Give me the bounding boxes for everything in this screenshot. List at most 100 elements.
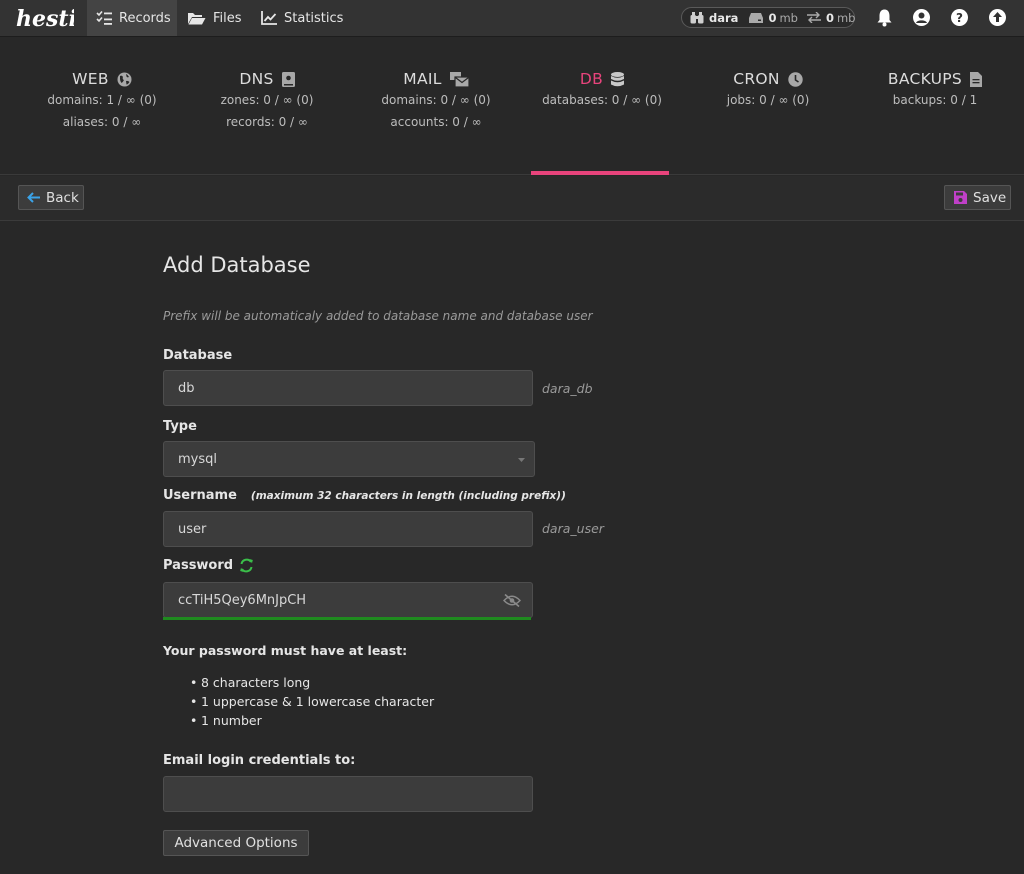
stat-cron-head: CRON	[685, 69, 851, 89]
advanced-options-button[interactable]: Advanced Options	[163, 830, 309, 856]
stat-dns-title: DNS	[239, 70, 274, 88]
hestia-logo[interactable]: hestia	[16, 3, 74, 33]
stat-web[interactable]: WEB domains: 1 / ∞ (0) aliases: 0 / ∞	[19, 37, 185, 175]
database-label: Database	[163, 348, 233, 363]
exchange-icon	[806, 12, 821, 23]
nav-records[interactable]: Records	[87, 0, 177, 36]
stat-db-head: DB	[519, 69, 685, 89]
disk-unit: mb	[779, 10, 798, 25]
stat-dns[interactable]: DNS zones: 0 / ∞ (0) records: 0 / ∞	[184, 37, 350, 175]
disk-value: 0	[768, 10, 777, 25]
user-summary[interactable]: dara 0 mb 0 mb	[681, 7, 856, 28]
stat-web-domains: domains: 1 / ∞ (0)	[47, 93, 157, 107]
back-button[interactable]: Back	[18, 185, 84, 210]
arrow-up-circle-icon[interactable]	[988, 8, 1007, 27]
stat-web-aliases: aliases: 0 / ∞	[62, 115, 142, 129]
email-input[interactable]	[163, 776, 533, 812]
bandwidth-value: 0	[825, 10, 834, 25]
advanced-options-label: Advanced Options	[174, 835, 298, 851]
save-button[interactable]: Save	[944, 185, 1011, 210]
type-label: Type	[163, 419, 197, 434]
username-note: (maximum 32 characters in length (includ…	[250, 489, 566, 502]
arrow-left-icon	[27, 192, 40, 203]
database-value: db	[178, 380, 195, 396]
username-label: Username	[163, 488, 237, 503]
stat-dns-zones: zones: 0 / ∞ (0)	[220, 93, 314, 107]
stat-db[interactable]: DB databases: 0 / ∞ (0)	[519, 37, 685, 175]
stat-db-databases: databases: 0 / ∞ (0)	[542, 93, 662, 107]
page-title: Add Database	[163, 253, 311, 277]
stat-web-head: WEB	[19, 69, 185, 89]
type-value: mysql	[178, 451, 217, 467]
floppy-disk-icon	[954, 191, 967, 204]
toolbar: Back Save	[0, 176, 1024, 221]
nav-records-label: Records	[119, 10, 171, 26]
stat-mail[interactable]: MAIL domains: 0 / ∞ (0) accounts: 0 / ∞	[353, 37, 519, 175]
user-name: dara	[709, 10, 739, 25]
stat-dns-head: DNS	[184, 69, 350, 89]
nav-files-label: Files	[213, 10, 242, 26]
prefix-hint: Prefix will be automaticaly added to dat…	[163, 309, 593, 323]
database-icon	[611, 71, 625, 86]
username-prefixed-name: dara_user	[542, 521, 604, 536]
bandwidth-unit: mb	[836, 10, 856, 25]
username-value: user	[178, 521, 207, 537]
stat-db-title: DB	[579, 70, 604, 88]
top-navbar: hestia Records Files Statistics	[0, 0, 1024, 37]
nav-statistics[interactable]: Statistics	[261, 0, 343, 36]
hard-drive-icon	[749, 12, 764, 23]
stat-mail-domains: domains: 0 / ∞ (0)	[381, 93, 491, 107]
nav-statistics-label: Statistics	[284, 10, 344, 26]
stat-mail-accounts: accounts: 0 / ∞	[390, 115, 482, 129]
refresh-icon[interactable]	[239, 558, 254, 573]
stat-backups-count: backups: 0 / 1	[892, 93, 978, 107]
password-requirements-title: Your password must have at least:	[163, 643, 408, 658]
mail-bulk-icon	[449, 71, 469, 87]
help-icon[interactable]: ?	[950, 8, 969, 27]
binoculars-icon	[690, 11, 704, 23]
stat-backups-head: BACKUPS	[852, 69, 1018, 89]
list-item: 1 number	[190, 711, 434, 730]
username-input[interactable]: user	[163, 511, 533, 547]
list-item: 1 uppercase & 1 lowercase character	[190, 692, 434, 711]
database-input[interactable]: db	[163, 370, 533, 406]
password-strength-bar	[163, 617, 531, 620]
folder-open-icon	[188, 13, 206, 25]
user-group: dara	[690, 11, 738, 25]
stat-backups[interactable]: BACKUPS backups: 0 / 1	[852, 37, 1018, 175]
back-label: Back	[46, 189, 79, 206]
bandwidth-usage: 0 mb	[806, 10, 856, 25]
stat-dns-records: records: 0 / ∞	[226, 115, 308, 129]
password-input[interactable]: ccTiH5Qey6MnJpCH	[163, 582, 533, 618]
chart-line-icon	[261, 11, 277, 25]
stat-backups-title: BACKUPS	[887, 70, 963, 88]
username-label-row: Username (maximum 32 characters in lengt…	[163, 488, 566, 503]
password-value: ccTiH5Qey6MnJpCH	[178, 592, 307, 608]
password-label: Password	[163, 558, 234, 573]
list-check-icon	[96, 11, 112, 25]
file-icon	[970, 71, 983, 87]
globe-icon	[117, 72, 132, 86]
password-requirements-list: 8 characters long 1 uppercase & 1 lowerc…	[190, 673, 434, 730]
logo-text: hestia	[16, 6, 74, 32]
caret-down-icon	[518, 458, 525, 462]
eye-slash-icon[interactable]	[503, 594, 521, 607]
clock-icon	[788, 71, 803, 87]
stat-web-title: WEB	[72, 70, 109, 88]
nav-files[interactable]: Files	[187, 0, 242, 36]
svg-text:?: ?	[956, 11, 963, 25]
type-select[interactable]: mysql	[163, 441, 535, 477]
stat-cron[interactable]: CRON jobs: 0 / ∞ (0)	[685, 37, 851, 175]
active-tab-underline	[531, 171, 669, 175]
user-circle-icon[interactable]	[912, 8, 931, 27]
email-label: Email login credentials to:	[163, 753, 356, 768]
disk-usage: 0 mb	[749, 11, 798, 25]
stat-cron-title: CRON	[733, 70, 780, 88]
stat-cron-jobs: jobs: 0 / ∞ (0)	[726, 93, 810, 107]
stat-mail-head: MAIL	[353, 69, 519, 89]
stat-mail-title: MAIL	[403, 70, 442, 88]
book-icon	[281, 71, 295, 87]
stats-panel: WEB domains: 1 / ∞ (0) aliases: 0 / ∞ DN…	[0, 37, 1024, 175]
bell-icon[interactable]	[875, 8, 894, 27]
list-item: 8 characters long	[190, 673, 434, 692]
